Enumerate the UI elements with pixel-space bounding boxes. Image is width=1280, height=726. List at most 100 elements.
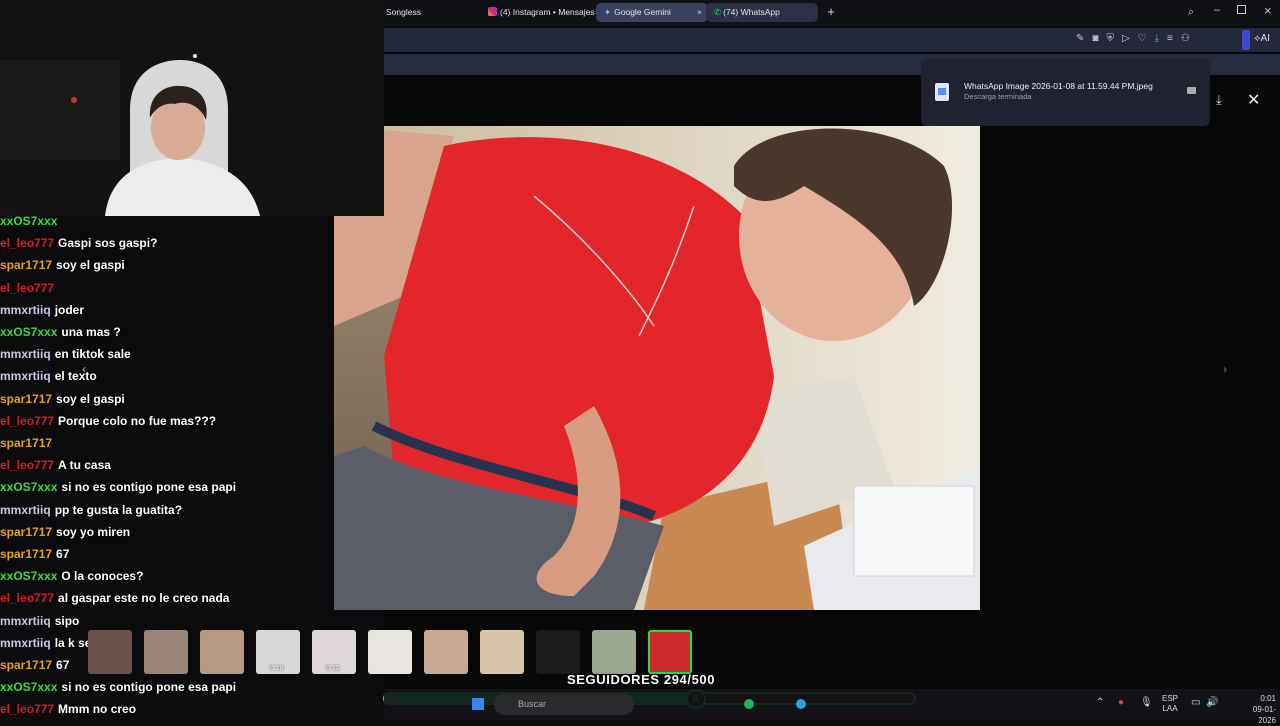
close-viewer-icon[interactable]: ✕ xyxy=(1247,90,1260,110)
download-filename[interactable]: WhatsApp Image 2026-01-08 at 11.59.44 PM… xyxy=(964,81,1153,91)
chat-username[interactable]: mmxrtiiq xyxy=(0,636,51,650)
chat-username[interactable]: spar1717 xyxy=(0,658,52,672)
chat-username[interactable]: spar1717 xyxy=(0,547,52,561)
thumbnail[interactable] xyxy=(648,630,692,674)
chat-username[interactable]: spar1717 xyxy=(0,392,52,406)
ai-button[interactable]: ⟡AI xyxy=(1254,33,1270,44)
chat-message: mmxrtiiq pp te gusta la guatita? xyxy=(0,499,182,521)
gemini-icon: ✦ xyxy=(604,7,612,17)
chat-text: pp te gusta la guatita? xyxy=(54,502,183,517)
chat-username[interactable]: mmxrtiiq xyxy=(0,347,51,361)
chat-message: xxOS7xxx xyxy=(0,210,61,232)
thumbnail[interactable] xyxy=(88,630,132,674)
chat-username[interactable]: el_leo777 xyxy=(0,281,54,295)
search-tabs-icon[interactable]: ⌕ xyxy=(1188,6,1194,19)
chat-message: spar1717 soy yo miren xyxy=(0,521,130,543)
telegram-icon[interactable] xyxy=(796,699,806,709)
chat-username[interactable]: xxOS7xxx xyxy=(0,569,57,583)
chat-username[interactable]: el_leo777 xyxy=(0,458,54,472)
chat-message: mmxrtiiq joder xyxy=(0,299,84,321)
chat-username[interactable]: mmxrtiiq xyxy=(0,303,51,317)
chat-text: soy el gaspi xyxy=(56,391,125,406)
profile-icon[interactable]: ⚇ xyxy=(1181,33,1190,44)
thumbnail[interactable] xyxy=(424,630,468,674)
chat-message: xxOS7xxx si no es contigo pone esa papi xyxy=(0,676,236,698)
chat-username[interactable]: xxOS7xxx xyxy=(0,480,57,494)
download-icon[interactable]: ⤓ xyxy=(1155,33,1159,44)
chat-username[interactable]: mmxrtiiq xyxy=(0,614,51,628)
download-image-icon[interactable]: ⤓ xyxy=(1216,92,1222,108)
toolbar-icons: ✎ ◙ ⛨ ▷ ♡ ⤓ ≡ ⚇ xyxy=(1076,33,1190,44)
chat-username[interactable]: spar1717 xyxy=(0,436,52,450)
volume-icon[interactable]: 🔊 xyxy=(1206,697,1218,708)
windows-start-icon[interactable] xyxy=(472,698,484,710)
chat-username[interactable]: xxOS7xxx xyxy=(0,680,57,694)
shield-icon[interactable]: ⛨ xyxy=(1106,33,1114,44)
chat-message: el_leo777 al gaspar este no le creo nada xyxy=(0,587,229,609)
taskbar-search[interactable]: Buscar xyxy=(494,694,634,715)
chat-text: 67 xyxy=(56,658,70,672)
chat-username[interactable]: mmxrtiiq xyxy=(0,369,51,383)
thumbnail[interactable] xyxy=(200,630,244,674)
sidebar-toggle[interactable] xyxy=(1242,30,1250,50)
chat-message: el_leo777 Porque colo no fue mas??? xyxy=(0,410,216,432)
camera-icon[interactable]: ◙ xyxy=(1092,33,1098,44)
thumbnail[interactable] xyxy=(368,630,412,674)
chat-username[interactable]: xxOS7xxx xyxy=(0,214,57,228)
video-duration: 0:18 xyxy=(270,665,284,672)
chat-message: xxOS7xxx O la conoces? xyxy=(0,565,143,587)
chat-message: el_leo777 Gaspi sos gaspi? xyxy=(0,232,157,254)
minimize-icon[interactable]: – xyxy=(1214,4,1220,16)
thumbnail[interactable]: 0:18 xyxy=(256,630,300,674)
whatsapp-icon: ✆ xyxy=(714,7,722,17)
chat-username[interactable]: el_leo777 xyxy=(0,414,54,428)
menu-icon[interactable]: ≡ xyxy=(1167,33,1173,44)
heart-icon[interactable]: ♡ xyxy=(1138,33,1147,44)
spotify-icon[interactable] xyxy=(744,699,754,709)
thumbnail[interactable] xyxy=(480,630,524,674)
thumbnail[interactable]: 0:12 xyxy=(312,630,356,674)
close-tab-icon[interactable]: × xyxy=(697,3,702,22)
tab-google-gemini[interactable]: ✦ Google Gemini × xyxy=(596,3,708,22)
chat-username[interactable]: el_leo777 xyxy=(0,702,54,716)
chat-text: Porque colo no fue mas??? xyxy=(58,413,217,428)
network-icon[interactable]: ▭ xyxy=(1191,697,1200,708)
tab-songless[interactable]: Songless xyxy=(378,3,473,22)
chat-message: spar1717 soy el gaspi xyxy=(0,254,125,276)
chat-username[interactable]: spar1717 xyxy=(0,525,52,539)
chat-text: soy yo miren xyxy=(56,524,131,539)
tray-app-icon[interactable]: ● xyxy=(1118,697,1124,708)
chat-message: spar1717 soy el gaspi xyxy=(0,388,125,410)
chat-text: sipo xyxy=(54,613,80,628)
chat-username[interactable]: mmxrtiiq xyxy=(0,503,51,517)
chat-username[interactable]: el_leo777 xyxy=(0,591,54,605)
play-icon[interactable]: ▷ xyxy=(1122,33,1130,44)
thumbnail[interactable] xyxy=(536,630,580,674)
new-tab-icon[interactable]: + xyxy=(824,5,838,19)
microphone-icon[interactable]: 🎙 xyxy=(1140,697,1153,708)
chat-text: O la conoces? xyxy=(61,569,144,584)
taskbar-clock[interactable]: 0:01 09-01-2026 xyxy=(1236,693,1276,726)
thumbnail[interactable] xyxy=(144,630,188,674)
tab-whatsapp[interactable]: ✆ (74) WhatsApp xyxy=(706,3,818,22)
language-indicator[interactable]: ESP LAA xyxy=(1162,694,1178,714)
chat-text: joder xyxy=(54,302,85,317)
chat-text: el texto xyxy=(54,369,97,384)
chat-message: el_leo777 A tu casa xyxy=(0,454,111,476)
thumbnail[interactable] xyxy=(592,630,636,674)
chat-message: spar1717 xyxy=(0,432,56,454)
chat-message: mmxrtiiq sipo xyxy=(0,610,79,632)
folder-icon[interactable] xyxy=(1187,87,1196,94)
tab-instagram[interactable]: (4) Instagram • Mensajes xyxy=(480,3,595,22)
image-file-icon xyxy=(935,83,949,101)
chat-text: si no es contigo pone esa papi xyxy=(61,480,237,495)
chat-username[interactable]: xxOS7xxx xyxy=(0,325,57,339)
show-hidden-icons[interactable]: ⌃ xyxy=(1096,697,1104,708)
address-bar[interactable]: ✎ ◙ ⛨ ▷ ♡ ⤓ ≡ ⚇ ⟡AI xyxy=(384,28,1280,52)
edit-icon[interactable]: ✎ xyxy=(1076,33,1084,44)
chat-username[interactable]: el_leo777 xyxy=(0,236,54,250)
maximize-icon[interactable] xyxy=(1237,5,1246,14)
chat-username[interactable]: spar1717 xyxy=(0,258,52,272)
close-window-icon[interactable]: × xyxy=(1264,3,1272,18)
next-image-icon[interactable]: › xyxy=(1223,362,1227,376)
